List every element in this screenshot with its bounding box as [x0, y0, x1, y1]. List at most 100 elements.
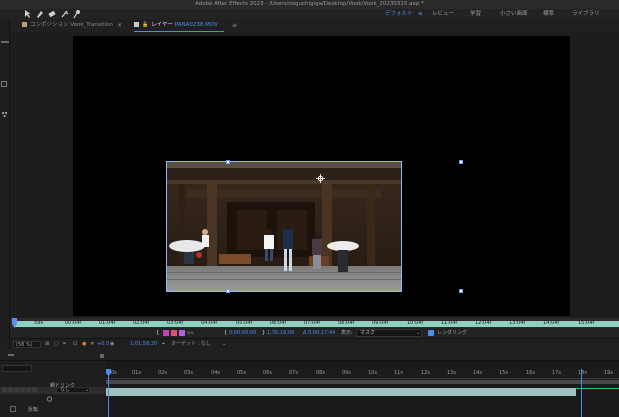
- close-icon[interactable]: ✕: [117, 19, 122, 32]
- timeline-playhead[interactable]: [106, 369, 111, 417]
- layer-switch[interactable]: [20, 387, 25, 392]
- timeline-tick: 12s: [421, 370, 430, 376]
- handle-top-left[interactable]: [226, 160, 230, 164]
- render-checkbox[interactable]: [428, 330, 434, 345]
- ruler-label: 07:04f: [304, 320, 321, 326]
- workspace-learn[interactable]: 学習: [470, 9, 481, 19]
- layer-switch[interactable]: [14, 387, 19, 392]
- label-color-swatch[interactable]: [171, 330, 177, 336]
- disabled-control-icon: ▪▪: [187, 330, 194, 336]
- workspace-standard[interactable]: 標準: [543, 9, 554, 19]
- zoom-select[interactable]: (58 %): [13, 341, 41, 348]
- chevron-down-icon: ⌄: [416, 330, 421, 336]
- ruler-label: 06:04f: [270, 320, 287, 326]
- work-area-bar[interactable]: [106, 380, 619, 384]
- after-effects-window: Adobe After Effects 2023 - /Users/noguch…: [0, 0, 619, 417]
- layer-tab-color-icon: [134, 21, 139, 27]
- render-label: レンダリング: [437, 330, 468, 336]
- ruler-label: 11:04f: [441, 320, 458, 326]
- timeline-tick: 0s: [111, 370, 117, 376]
- pen-tool-icon[interactable]: [35, 9, 45, 19]
- ruler-label: 12:04f: [475, 320, 492, 326]
- view-label: 表示:: [341, 330, 353, 336]
- lock-icon[interactable]: 🔓: [142, 22, 148, 28]
- title-bar: Adobe After Effects 2023 - /Users/noguch…: [0, 0, 619, 9]
- workspace-small-screen[interactable]: 小さい画面: [500, 9, 528, 19]
- label-color-swatch[interactable]: [179, 330, 185, 336]
- ruler-label: 01:04f: [99, 320, 116, 326]
- handle-bottom-left[interactable]: [226, 289, 230, 293]
- out-time[interactable]: 1;36;16;06: [267, 328, 294, 338]
- panel-grip[interactable]: [1, 41, 9, 43]
- timeline-track-area[interactable]: 0s 01s 02s 03s 04s 05s 06s 07s 08s 09s 1…: [106, 361, 619, 417]
- eraser-tool-icon[interactable]: [47, 9, 57, 19]
- in-time[interactable]: 0;00;00;00: [229, 328, 256, 338]
- timeline-tick: 03s: [184, 370, 193, 376]
- viewer-footer: (58 %) ⊞ ▢ ⌗ ⊡ ● ✲ +0.0 ◉ 1;01;58;20 ⌖ タ…: [10, 338, 619, 349]
- panel-grip[interactable]: [8, 354, 14, 356]
- spiral-link-icon[interactable]: [46, 387, 53, 402]
- panel-menu-icon[interactable]: [100, 354, 104, 358]
- invert-checkbox[interactable]: [10, 406, 16, 412]
- tab-composition-label: コンポジション Vook_Transition: [30, 22, 113, 28]
- tab-layer-prefix: レイヤー: [151, 22, 174, 28]
- timeline-ruler[interactable]: 0s 01s 02s 03s 04s 05s 06s 07s 08s 09s 1…: [106, 369, 619, 379]
- timeline-tick: 18s: [578, 370, 587, 376]
- ruler-label: 15:04f: [578, 320, 595, 326]
- workspace-default[interactable]: デフォルト: [385, 9, 413, 19]
- workspace-review[interactable]: レビュー: [432, 9, 454, 19]
- selection-tool-icon[interactable]: [22, 9, 32, 19]
- out-point-icon[interactable]: }: [262, 328, 265, 338]
- layer-time-ruler[interactable]: 59s 00:04f 01:04f 02:04f 03:04f 04:04f 0…: [10, 318, 619, 328]
- ruler-label: 08:04f: [338, 320, 355, 326]
- timeline-tick: 08s: [316, 370, 325, 376]
- tools-panel: デフォルト ≡ レビュー 学習 小さい画面 標準 ライブラリ: [0, 9, 619, 19]
- timeline-tick: 11s: [394, 370, 403, 376]
- in-point-icon[interactable]: {: [224, 328, 227, 338]
- ruler-label: 14:04f: [543, 320, 560, 326]
- layer-duration-bar[interactable]: [106, 388, 576, 396]
- render-status-bar: [576, 388, 619, 389]
- handle-top-right[interactable]: [459, 160, 463, 164]
- ruler-label: 03:04f: [167, 320, 184, 326]
- timeline-tick: 05s: [237, 370, 246, 376]
- workspace-libraries[interactable]: ライブラリ: [572, 9, 600, 19]
- layer-switch[interactable]: [32, 387, 37, 392]
- timeline-layer-list: 親とリンク なし ⌄ 反転: [0, 361, 106, 417]
- workspace-menu-icon[interactable]: ≡: [418, 9, 423, 19]
- tab-composition[interactable]: コンポジション Vook_Transition: [22, 19, 113, 32]
- timeline-tick: 10s: [368, 370, 377, 376]
- ruler-label: 10:04f: [407, 320, 424, 326]
- invert-label: 反転: [28, 407, 39, 413]
- view-select[interactable]: マスク ⌄: [356, 329, 422, 337]
- work-area-end-marker[interactable]: [581, 369, 582, 417]
- composition-tab-color-icon: [22, 21, 27, 27]
- footage-frame[interactable]: [166, 161, 402, 292]
- panel-menu-icon[interactable]: ≡: [232, 19, 237, 32]
- layer-switch[interactable]: [26, 387, 31, 392]
- timeline-search-input[interactable]: [2, 365, 32, 372]
- temple-footage-image: [167, 162, 401, 291]
- in-point-bracket-icon[interactable]: {: [156, 328, 159, 338]
- layer-switch[interactable]: [8, 387, 13, 392]
- timeline-tab-bar: [0, 349, 619, 361]
- puppet-pin-tool-icon[interactable]: [72, 9, 82, 19]
- timeline-tick: 06s: [263, 370, 272, 376]
- ruler-label: 09:04f: [372, 320, 389, 326]
- label-color-swatch[interactable]: [163, 330, 169, 336]
- roto-brush-tool-icon[interactable]: [60, 9, 70, 19]
- left-panel-strip: [0, 19, 10, 349]
- panel-icon[interactable]: [1, 81, 7, 87]
- timeline-tick: 07s: [289, 370, 298, 376]
- layer-switch[interactable]: [2, 387, 7, 392]
- handle-bottom-right[interactable]: [459, 289, 463, 293]
- timeline-tick: 13s: [447, 370, 456, 376]
- network-icon[interactable]: [1, 103, 8, 117]
- viewer-tab-bar: コンポジション Vook_Transition ✕ 🔓 レイヤー PANA0238…: [10, 19, 619, 32]
- timeline-tick: 04s: [211, 370, 220, 376]
- layer-viewer[interactable]: [10, 32, 619, 318]
- duration-readout[interactable]: Δ 0;00;17;44: [303, 328, 335, 338]
- anchor-point-icon[interactable]: [316, 168, 325, 183]
- tab-layer-file: PANA0238.MOV: [174, 22, 218, 28]
- parent-select[interactable]: なし ⌄: [56, 387, 90, 393]
